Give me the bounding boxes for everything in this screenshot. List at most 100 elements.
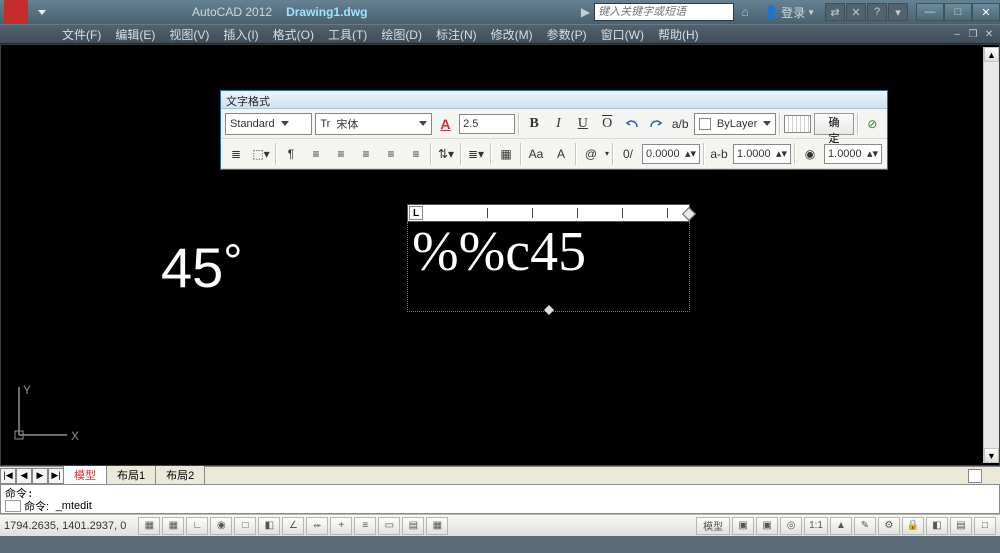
text-height-input[interactable]: 2.5 [459, 114, 515, 134]
command-input-text[interactable]: _mtedit [56, 500, 92, 512]
tracking-input[interactable]: 1.0000▴▾ [733, 144, 791, 164]
redo-button[interactable] [645, 113, 666, 135]
dyn-toggle[interactable]: + [330, 517, 352, 535]
search-box[interactable] [594, 3, 734, 21]
otrack-toggle[interactable]: ∠ [282, 517, 304, 535]
options-button[interactable]: ⊘ [862, 113, 883, 135]
stack-button[interactable]: a/b [670, 113, 691, 135]
lowercase-button[interactable]: A [550, 143, 572, 165]
drawing-text-object[interactable]: 45° [161, 235, 243, 301]
window-close-button[interactable]: ✕ [972, 3, 1000, 21]
bold-button[interactable]: B [523, 113, 544, 135]
annotation-visibility[interactable]: ▲ [830, 517, 852, 535]
doc-restore-button[interactable]: ❐ [966, 27, 980, 41]
clean-screen[interactable]: □ [974, 517, 996, 535]
symbol-button[interactable]: @ [580, 143, 602, 165]
menu-dimension[interactable]: 标注(N) [429, 25, 484, 43]
layout-nav-last[interactable]: ▶| [48, 468, 64, 484]
snap-toggle[interactable]: ▦ [138, 517, 160, 535]
quickview-layouts[interactable]: ▣ [732, 517, 754, 535]
annotation-scale[interactable]: 1:1 [804, 517, 828, 535]
osnap-toggle[interactable]: □ [234, 517, 256, 535]
mtext-L-marker[interactable]: L [409, 206, 423, 220]
align-right-button[interactable]: ≡ [355, 143, 377, 165]
layout-tab-1[interactable]: 布局1 [106, 466, 156, 485]
align-distribute-button[interactable]: ≡ [405, 143, 427, 165]
annotation-autoscale[interactable]: ✎ [854, 517, 876, 535]
layout-nav-first[interactable]: |◀ [0, 468, 16, 484]
drawing-area[interactable]: ▲▼ 文字格式 Standard Tr宋体 A 2.5 B I U O a/b … [0, 44, 1000, 466]
linespacing-button[interactable]: ⇅▾ [435, 143, 457, 165]
help-icon[interactable]: ? [867, 3, 887, 21]
window-minimize-button[interactable]: — [916, 3, 944, 21]
oblique-input[interactable]: 0.0000▴▾ [642, 144, 700, 164]
menu-help[interactable]: 帮助(H) [651, 25, 706, 43]
layout-hscroll-button[interactable] [968, 469, 982, 483]
ruler-icon[interactable] [784, 115, 811, 133]
app-logo-icon[interactable] [4, 0, 28, 24]
exchange-icon[interactable]: ⇄ [825, 3, 845, 21]
doc-minimize-button[interactable]: – [950, 27, 964, 41]
menu-modify[interactable]: 修改(M) [484, 25, 540, 43]
help-dropdown-icon[interactable]: ▾ [888, 3, 908, 21]
text-style-select[interactable]: Standard [225, 113, 312, 135]
mtext-content[interactable]: %%c45 [408, 222, 689, 282]
menu-view[interactable]: 视图(V) [162, 25, 216, 43]
tpy-toggle[interactable]: ▭ [378, 517, 400, 535]
layout-tab-2[interactable]: 布局2 [155, 466, 205, 485]
menu-draw[interactable]: 绘图(D) [374, 25, 429, 43]
mtext-width-grip-icon[interactable] [682, 207, 696, 221]
command-handle-icon[interactable] [5, 500, 21, 512]
search-chevron-icon[interactable]: ▶ [581, 5, 590, 19]
quickview-drawings[interactable]: ▣ [756, 517, 778, 535]
search-input[interactable] [598, 6, 730, 18]
align-left-button[interactable]: ≡ [305, 143, 327, 165]
annotative-icon[interactable]: A [435, 113, 456, 135]
3dosnap-toggle[interactable]: ◧ [258, 517, 280, 535]
grid-toggle[interactable]: ▦ [162, 517, 184, 535]
menu-tools[interactable]: 工具(T) [321, 25, 374, 43]
polar-toggle[interactable]: ◉ [210, 517, 232, 535]
login-dropdown-icon[interactable]: ▼ [807, 8, 815, 17]
isolate-objects[interactable]: ▤ [950, 517, 972, 535]
italic-button[interactable]: I [548, 113, 569, 135]
menu-insert[interactable]: 插入(I) [216, 25, 265, 43]
infocenter-icon[interactable]: ⌂ [736, 3, 754, 21]
menu-file[interactable]: 文件(F) [55, 25, 108, 43]
mtext-body[interactable]: %%c45 [407, 222, 690, 312]
font-select[interactable]: Tr宋体 [315, 113, 431, 135]
layout-nav-next[interactable]: ▶ [32, 468, 48, 484]
close-help-icon[interactable]: ✕ [846, 3, 866, 21]
mtext-justify-button[interactable]: ⬚▾ [250, 143, 272, 165]
ducs-toggle[interactable]: ⬰ [306, 517, 328, 535]
mtext-ruler[interactable]: L [407, 204, 690, 222]
underline-button[interactable]: U [572, 113, 593, 135]
align-center-button[interactable]: ≡ [330, 143, 352, 165]
model-space-button[interactable]: 模型 [696, 517, 730, 535]
menu-edit[interactable]: 编辑(E) [108, 25, 162, 43]
login-button[interactable]: 👤 登录 ▼ [764, 4, 815, 21]
paragraph-button[interactable]: ¶ [280, 143, 302, 165]
ortho-toggle[interactable]: ∟ [186, 517, 208, 535]
qp-toggle[interactable]: ▤ [402, 517, 424, 535]
window-maximize-button[interactable]: □ [944, 3, 972, 21]
text-format-title[interactable]: 文字格式 [221, 91, 887, 109]
overline-button[interactable]: O [597, 113, 618, 135]
mtext-editor[interactable]: L %%c45 [407, 204, 690, 314]
field-button[interactable]: ▦ [495, 143, 517, 165]
menu-window[interactable]: 窗口(W) [594, 25, 651, 43]
vertical-scrollbar[interactable]: ▲▼ [983, 47, 999, 463]
width-factor-input[interactable]: 1.0000▴▾ [824, 144, 882, 164]
mtext-height-grip-icon[interactable] [543, 305, 555, 317]
hardware-accel[interactable]: ◧ [926, 517, 948, 535]
menu-format[interactable]: 格式(O) [266, 25, 321, 43]
undo-button[interactable] [621, 113, 642, 135]
ok-button[interactable]: 确定 [814, 113, 853, 135]
workspace-switching[interactable]: ⚙ [878, 517, 900, 535]
numbering-button[interactable]: ≣▾ [465, 143, 487, 165]
doc-close-button[interactable]: ✕ [982, 27, 996, 41]
color-select[interactable]: ByLayer [694, 113, 776, 135]
lwt-toggle[interactable]: ≡ [354, 517, 376, 535]
align-justify-button[interactable]: ≡ [380, 143, 402, 165]
sc-toggle[interactable]: ▦ [426, 517, 448, 535]
